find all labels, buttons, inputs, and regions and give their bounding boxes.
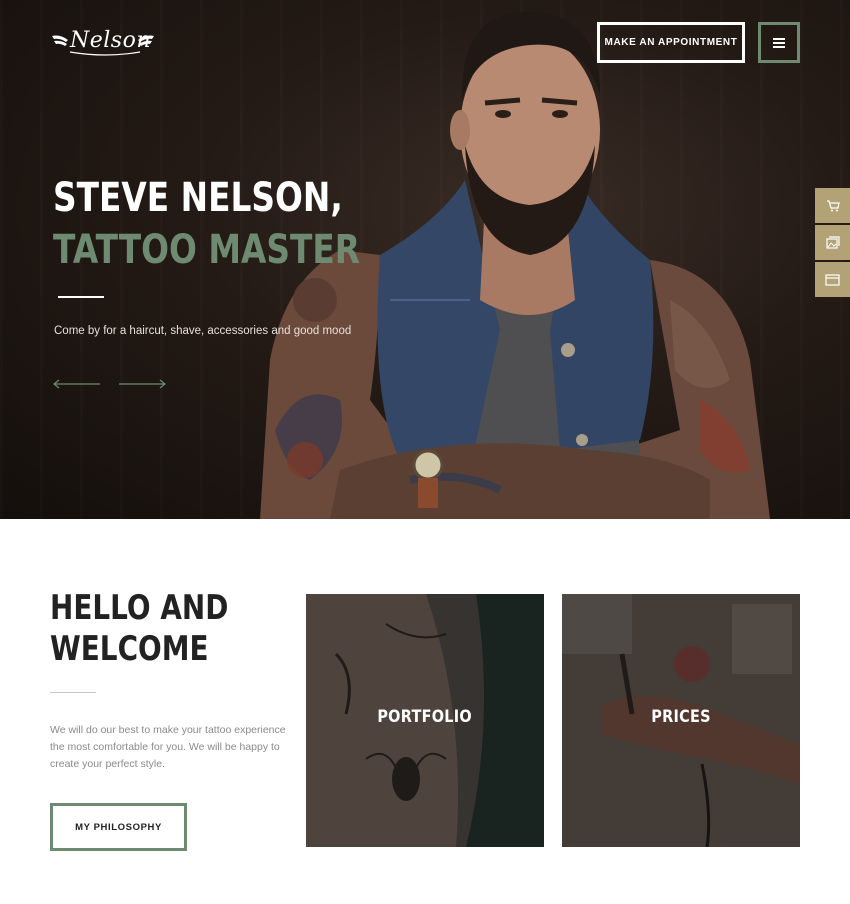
welcome-title-line2: WELCOME — [50, 629, 209, 669]
welcome-title-line1: HELLO AND — [50, 588, 229, 628]
gallery-icon — [825, 236, 840, 249]
hero-subtitle: Come by for a haircut, shave, accessorie… — [54, 325, 352, 337]
side-tab-gallery[interactable] — [815, 225, 850, 260]
prices-label: PRICES — [651, 707, 711, 727]
make-appointment-button[interactable]: MAKE AN APPOINTMENT — [597, 22, 745, 63]
hero-divider — [58, 296, 104, 298]
hero-title-line1: STEVE NELSON, — [53, 175, 343, 221]
browser-window-icon — [825, 273, 840, 286]
hero-banner: Nelson MAKE AN APPOINTMENT STEVE NELSON,… — [0, 0, 850, 519]
side-tab-window[interactable] — [815, 262, 850, 297]
arrow-right-icon[interactable] — [118, 378, 166, 390]
portfolio-card[interactable]: PORTFOLIO — [306, 594, 544, 847]
my-philosophy-button[interactable]: MY PHILOSOPHY — [50, 803, 187, 851]
welcome-title: HELLO AND WELCOME — [50, 588, 228, 670]
hero-title-line2: TATTOO MASTER — [53, 227, 361, 273]
portfolio-label: PORTFOLIO — [377, 707, 473, 727]
side-tab-cart[interactable] — [815, 188, 850, 223]
side-tabs — [815, 188, 850, 299]
logo-text: Nelson — [70, 28, 152, 53]
hero-title: STEVE NELSON, TATTOO MASTER — [53, 172, 360, 276]
prices-card[interactable]: PRICES — [562, 594, 800, 847]
hamburger-menu-icon — [773, 37, 785, 48]
nelson-logo[interactable]: Nelson — [50, 26, 160, 60]
menu-button[interactable] — [758, 22, 800, 63]
cart-icon — [826, 199, 840, 211]
arrow-left-icon[interactable] — [53, 378, 101, 390]
welcome-text: We will do our best to make your tattoo … — [50, 724, 286, 770]
welcome-divider — [50, 692, 96, 693]
